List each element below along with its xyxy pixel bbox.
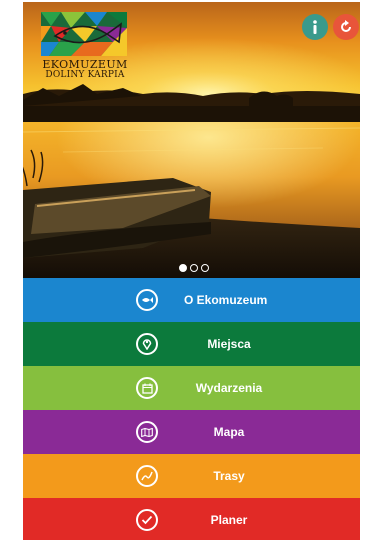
- carousel-dot[interactable]: [190, 264, 198, 272]
- refresh-icon: [341, 20, 351, 32]
- calendar-icon: [136, 377, 158, 399]
- menu-item-planer[interactable]: Planer: [23, 498, 360, 540]
- info-icon: [313, 20, 317, 34]
- menu-item-label: O Ekomuzeum: [184, 293, 268, 307]
- fish-icon: [136, 289, 158, 311]
- menu-item-label: Miejsca: [207, 337, 251, 351]
- app-screen: EKOMUZEUM DOLINY KARPIA O Ekomuzeum Miej…: [23, 2, 360, 540]
- logo-subtitle: DOLINY KARPIA: [45, 70, 125, 80]
- info-button[interactable]: [302, 14, 328, 40]
- main-menu: O Ekomuzeum Miejsca Wydarzenia Mapa Tras: [23, 278, 360, 540]
- carousel-indicator[interactable]: [179, 264, 209, 272]
- map-pin-icon: [136, 333, 158, 355]
- ekomuzeum-logo: EKOMUZEUM DOLINY KARPIA: [39, 12, 131, 80]
- menu-item-miejsca[interactable]: Miejsca: [23, 322, 360, 366]
- refresh-button[interactable]: [333, 14, 359, 40]
- checkmark-icon: [136, 509, 158, 531]
- carousel-dot[interactable]: [201, 264, 209, 272]
- menu-item-o-ekomuzeum[interactable]: O Ekomuzeum: [23, 278, 360, 322]
- menu-item-wydarzenia[interactable]: Wydarzenia: [23, 366, 360, 410]
- hero-image: EKOMUZEUM DOLINY KARPIA: [23, 2, 360, 278]
- carousel-dot[interactable]: [179, 264, 187, 272]
- route-icon: [136, 465, 158, 487]
- menu-item-label: Wydarzenia: [195, 381, 263, 395]
- menu-item-label: Mapa: [213, 425, 245, 439]
- fish-mosaic-logo: [41, 12, 127, 56]
- menu-item-trasy[interactable]: Trasy: [23, 454, 360, 498]
- menu-item-label: Planer: [210, 513, 248, 527]
- menu-item-label: Trasy: [213, 469, 245, 483]
- menu-item-mapa[interactable]: Mapa: [23, 410, 360, 454]
- map-icon: [136, 421, 158, 443]
